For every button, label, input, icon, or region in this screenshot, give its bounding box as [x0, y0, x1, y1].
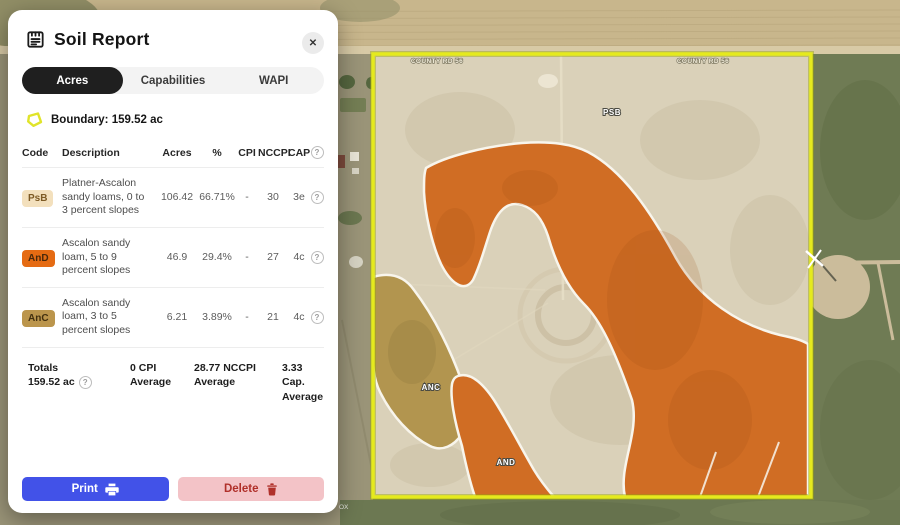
print-button-label: Print	[72, 483, 98, 495]
soil-cap: 4c	[288, 311, 310, 323]
tab-wapi[interactable]: WAPI	[223, 67, 324, 94]
totals-cap-value: 3.33 Cap.	[282, 361, 324, 390]
soil-cap: 3e	[288, 191, 310, 203]
soil-table: Code Description Acres % CPI NCCPI CAP ?…	[22, 140, 324, 347]
soil-code-badge: AnD	[22, 250, 55, 267]
row-help-icon[interactable]: ?	[311, 191, 324, 204]
soil-nccpi: 21	[258, 311, 288, 323]
col-header-cap: CAP	[288, 147, 310, 159]
soil-label-and: AND	[497, 458, 516, 467]
soil-pct: 66.71%	[198, 191, 236, 203]
soil-description: Ascalon sandy loam, 3 to 5 percent slope…	[62, 297, 156, 338]
totals-acres: Totals 159.52 ac ?	[28, 361, 130, 405]
soil-cpi: -	[236, 311, 258, 323]
totals-nccpi: 28.77 NCCPI Average	[194, 361, 282, 405]
totals-cpi-label: Average	[130, 375, 194, 390]
printer-icon	[105, 483, 119, 496]
soil-pct: 29.4%	[198, 251, 236, 263]
page-title: Soil Report	[54, 29, 150, 50]
table-row: AnC Ascalon sandy loam, 3 to 5 percent s…	[22, 287, 324, 347]
soil-label-anc: ANC	[422, 383, 441, 392]
map-attribution: OX	[339, 504, 349, 511]
field-spot	[538, 74, 558, 88]
totals-cpi: 0 CPI Average	[130, 361, 194, 405]
report-tabs: Acres Capabilities WAPI	[22, 67, 324, 94]
close-button[interactable]: ✕	[302, 32, 324, 54]
soil-description: Platner-Ascalon sandy loams, 0 to 3 perc…	[62, 177, 156, 218]
table-help-icon[interactable]: ?	[311, 146, 324, 159]
road-label-left: COUNTY RD 56	[411, 58, 463, 65]
soil-pct: 3.89%	[198, 311, 236, 323]
soil-cap: 4c	[288, 251, 310, 263]
boundary-summary: Boundary: 159.52 ac	[26, 111, 338, 128]
soil-report-panel: Soil Report ✕ Acres Capabilities WAPI Bo…	[8, 10, 338, 513]
col-header-pct: %	[198, 147, 236, 159]
soil-nccpi: 30	[258, 191, 288, 203]
soil-code-badge: AnC	[22, 310, 55, 327]
report-icon	[26, 30, 45, 49]
totals-cpi-value: 0 CPI	[130, 361, 194, 376]
delete-button[interactable]: Delete	[178, 477, 325, 501]
soil-cpi: -	[236, 251, 258, 263]
soil-description: Ascalon sandy loam, 5 to 9 percent slope…	[62, 237, 156, 278]
delete-button-label: Delete	[224, 483, 259, 495]
col-header-nccpi: NCCPI	[258, 147, 288, 159]
soil-label-psb: PSB	[603, 108, 621, 117]
trash-icon	[266, 483, 278, 496]
row-help-icon[interactable]: ?	[311, 311, 324, 324]
totals-nccpi-value: 28.77 NCCPI	[194, 361, 282, 376]
panel-header: Soil Report ✕	[8, 10, 338, 50]
pad-road-h	[815, 262, 900, 263]
road-label-right: COUNTY RD 56	[677, 58, 729, 65]
col-header-cpi: CPI	[236, 147, 258, 159]
action-buttons: Print Delete	[22, 477, 324, 501]
tab-capabilities[interactable]: Capabilities	[123, 67, 224, 94]
totals-acres-value: 159.52 ac	[28, 375, 75, 390]
app-screen: PSB ANC AND COUNTY RD 56 COUNTY RD 56 OX…	[0, 0, 900, 525]
soil-nccpi: 27	[258, 251, 288, 263]
boundary-acreage-label: Boundary: 159.52 ac	[51, 114, 163, 126]
soil-acres: 106.42	[156, 191, 198, 203]
totals-help-icon[interactable]: ?	[79, 376, 92, 389]
bottom-blotch2	[710, 500, 870, 524]
totals-cap: 3.33 Cap. Average	[282, 361, 324, 405]
table-header-row: Code Description Acres % CPI NCCPI CAP ?	[22, 140, 324, 167]
anc-texture	[388, 320, 436, 384]
print-button[interactable]: Print	[22, 477, 169, 501]
col-header-code: Code	[22, 147, 62, 159]
soil-acres: 46.9	[156, 251, 198, 263]
boundary-polygon-icon	[26, 111, 43, 128]
soil-acres: 6.21	[156, 311, 198, 323]
totals-label: Totals	[28, 361, 130, 376]
row-help-icon[interactable]: ?	[311, 251, 324, 264]
totals-nccpi-label: Average	[194, 375, 282, 390]
table-row: AnD Ascalon sandy loam, 5 to 9 percent s…	[22, 227, 324, 287]
soil-cpi: -	[236, 191, 258, 203]
totals-row: Totals 159.52 ac ? 0 CPI Average 28.77 N…	[22, 347, 324, 405]
soil-code-badge: PsB	[22, 190, 53, 207]
col-header-acres: Acres	[156, 147, 198, 159]
totals-cap-label: Average	[282, 390, 324, 405]
tab-acres[interactable]: Acres	[22, 67, 123, 94]
table-row: PsB Platner-Ascalon sandy loams, 0 to 3 …	[22, 167, 324, 227]
col-header-description: Description	[62, 147, 156, 159]
